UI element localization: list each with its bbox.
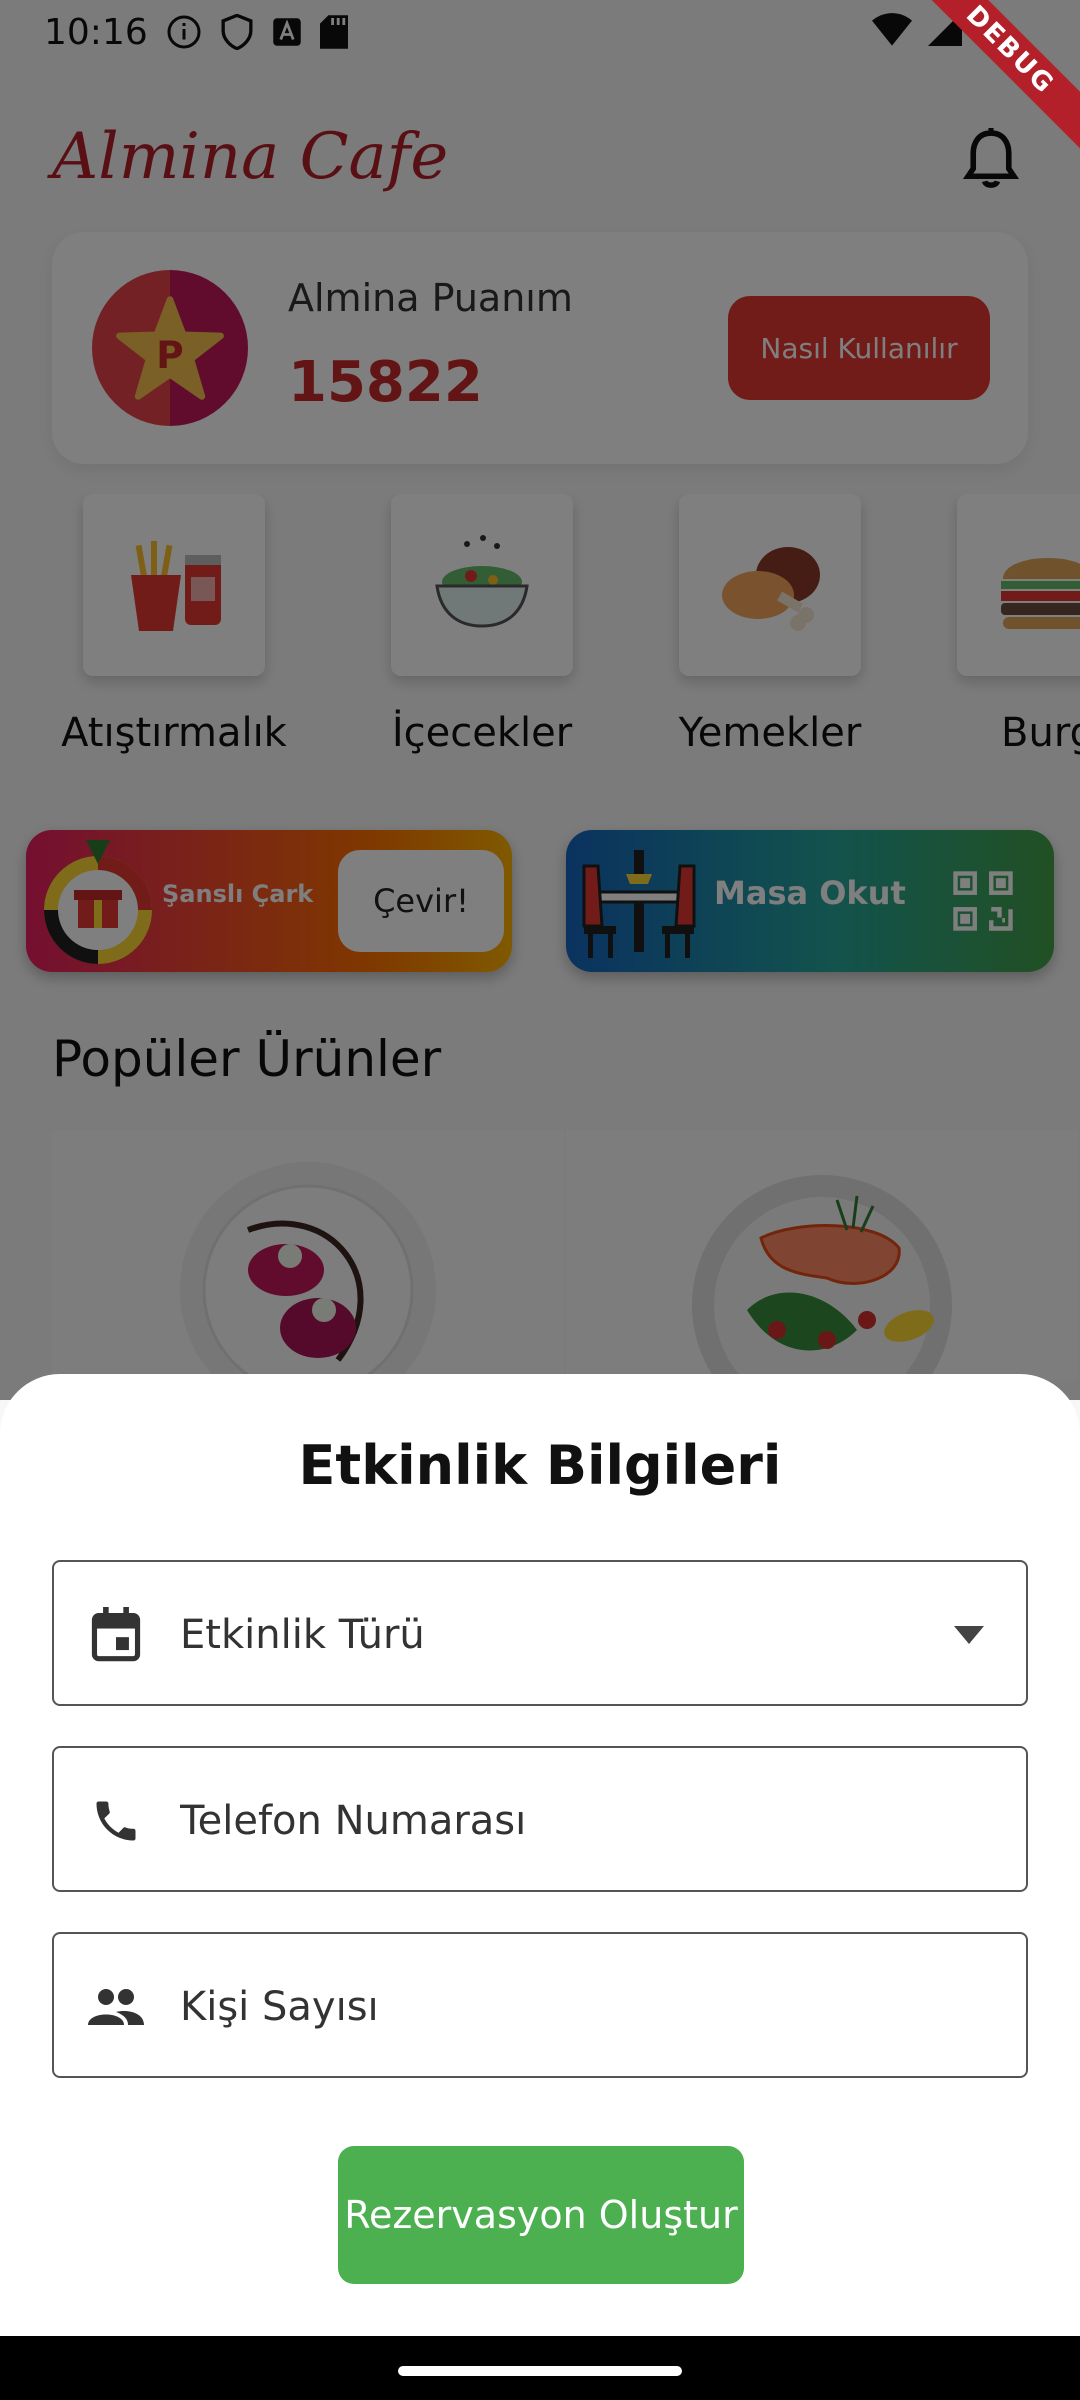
system-nav-bar [0,2336,1080,2400]
event-type-dropdown[interactable] [52,1560,1028,1706]
people-count-input[interactable] [180,1964,900,2050]
phone-input[interactable] [180,1778,900,1864]
phone-icon [88,1793,144,1849]
people-icon [88,1979,144,2035]
home-gesture-handle[interactable] [398,2366,682,2376]
sheet-title: Etkinlik Bilgileri [298,1434,782,1497]
calendar-icon [88,1607,144,1663]
people-count-field[interactable] [52,1932,1028,2078]
modal-scrim[interactable] [0,0,1080,1400]
dropdown-arrow-icon[interactable] [954,1626,984,1648]
phone-field[interactable] [52,1746,1028,1892]
create-reservation-button[interactable]: Rezervasyon Oluştur [338,2146,744,2284]
event-info-sheet: Etkinlik Bilgileri Rezervasyon Oluştur [0,1374,1080,2336]
event-type-input[interactable] [180,1592,900,1678]
